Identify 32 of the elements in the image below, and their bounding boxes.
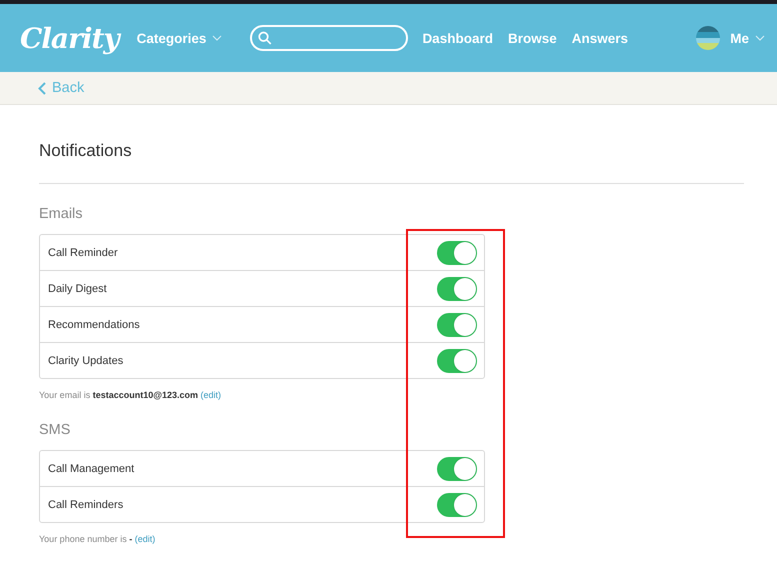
toggle-switch[interactable] [437, 276, 477, 300]
setting-label: Recommendations [48, 318, 140, 330]
setting-label: Daily Digest [48, 282, 107, 294]
chevron-icon [755, 35, 765, 41]
contact-note: Your phone number is - (edit) [39, 534, 156, 544]
nav-link[interactable]: Browse [508, 30, 557, 46]
back-link[interactable]: Back [38, 80, 84, 96]
nav-link[interactable]: Dashboard [422, 30, 493, 46]
setting-label: Call Reminders [48, 498, 124, 510]
page-title: Notifications [39, 141, 133, 161]
search-icon [258, 30, 272, 46]
contact-note: Your email is testaccount10@123.com (edit) [39, 390, 222, 400]
toggle-switch[interactable] [437, 240, 477, 264]
setting-label: Call Reminder [48, 246, 118, 258]
chevron-icon [212, 35, 222, 41]
toggle-switch[interactable] [437, 312, 477, 336]
section-heading: Emails [39, 206, 84, 222]
chevron-left-icon [38, 82, 46, 94]
toggle-switch[interactable] [437, 456, 477, 480]
nav-link[interactable]: Answers [572, 30, 628, 46]
toggle-switch[interactable] [437, 348, 477, 372]
toggle-switch[interactable] [437, 492, 477, 516]
edit-link[interactable]: (edit) [134, 534, 156, 544]
setting-label: Clarity Updates [48, 354, 124, 366]
search-field[interactable] [250, 25, 408, 51]
avatar[interactable] [696, 26, 720, 50]
categories-menu[interactable]: Categories [136, 30, 222, 46]
edit-link[interactable]: (edit) [200, 390, 222, 400]
logo[interactable]: Clarity [20, 22, 119, 54]
setting-label: Call Management [48, 462, 134, 474]
user-menu[interactable]: Me [730, 30, 765, 46]
section-heading: SMS [39, 422, 72, 438]
